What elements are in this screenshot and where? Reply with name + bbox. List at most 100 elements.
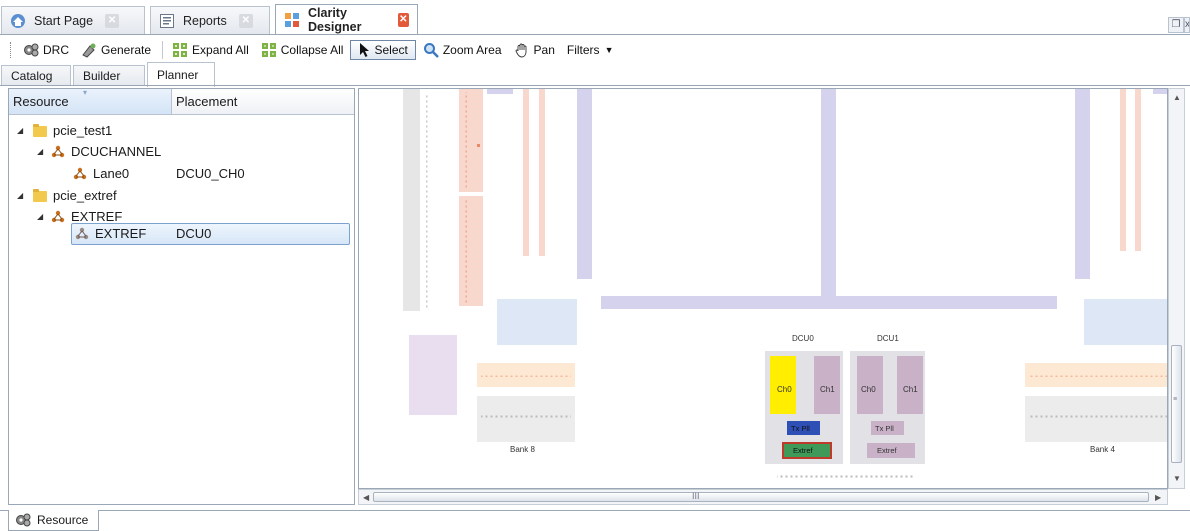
io-line-pink bbox=[523, 89, 529, 256]
tab-resource-label: Resource bbox=[37, 513, 89, 527]
tree-item-label: pcie_extref bbox=[53, 188, 117, 203]
cursor-arrow-icon bbox=[358, 42, 370, 58]
dcu0-block[interactable]: DCU0 Ch0 Ch1 Tx Pll Extref bbox=[765, 334, 843, 464]
bus-vertical bbox=[1075, 89, 1090, 279]
module-icon bbox=[73, 167, 87, 181]
filters-dropdown[interactable]: Filters ▼ bbox=[562, 40, 619, 60]
bottom-divider bbox=[0, 510, 1190, 511]
io-column-pink-left[interactable] bbox=[459, 89, 483, 306]
dcu1-txpll-label: Tx Pll bbox=[875, 424, 894, 433]
zoom-area-label: Zoom Area bbox=[442, 43, 502, 57]
column-resource[interactable]: Resource ▾ bbox=[9, 88, 172, 115]
module-icon bbox=[51, 145, 65, 159]
tab-clarity-designer[interactable]: Clarity Designer ✕ bbox=[275, 4, 418, 35]
vertical-scrollbar[interactable]: ▲ ≡ ▼ bbox=[1168, 88, 1185, 489]
vertical-scroll-thumb[interactable]: ≡ bbox=[1171, 345, 1182, 463]
toolbar-separator bbox=[162, 41, 164, 59]
column-placement-label: Placement bbox=[176, 94, 238, 109]
view-tab-strip: Catalog Builder Planner bbox=[0, 62, 1190, 87]
bus-vertical bbox=[821, 89, 836, 299]
drc-label: DRC bbox=[43, 43, 69, 57]
close-icon[interactable]: ✕ bbox=[397, 13, 409, 27]
dcu1-label: DCU1 bbox=[877, 334, 899, 343]
folder-icon bbox=[33, 189, 47, 202]
violet-block[interactable] bbox=[409, 335, 457, 415]
dcu1-ch1-label: Ch1 bbox=[903, 385, 918, 394]
column-placement[interactable]: Placement bbox=[172, 89, 354, 115]
io-line-pink bbox=[1120, 89, 1126, 251]
tab-start-page[interactable]: Start Page ✕ bbox=[1, 6, 145, 34]
scroll-left-icon[interactable]: ◀ bbox=[363, 493, 369, 502]
tab-reports-label: Reports bbox=[183, 13, 227, 28]
scroll-right-icon[interactable]: ▶ bbox=[1155, 493, 1161, 502]
filters-label: Filters bbox=[566, 43, 600, 57]
bank-4[interactable]: Bank 4 bbox=[1025, 363, 1168, 454]
tree-item-placement: DCU0 bbox=[176, 226, 212, 241]
module-icon bbox=[75, 227, 89, 241]
sort-indicator-icon: ▾ bbox=[83, 88, 88, 97]
planner-canvas[interactable]: Bank 8 Bank 4 DCU0 Ch0 Ch1 Tx Pll Extref… bbox=[358, 88, 1168, 489]
scroll-down-icon[interactable]: ▼ bbox=[1173, 474, 1181, 483]
clarity-designer-icon bbox=[284, 12, 300, 28]
collapse-all-label: Collapse All bbox=[280, 43, 344, 57]
expanded-arrow-icon[interactable]: ◢ bbox=[37, 148, 45, 156]
tab-planner[interactable]: Planner bbox=[147, 62, 215, 87]
select-tool-button[interactable]: Select bbox=[350, 40, 416, 60]
hand-icon bbox=[514, 42, 530, 58]
generate-icon bbox=[81, 42, 97, 58]
pan-button[interactable]: Pan bbox=[509, 40, 560, 60]
expand-all-button[interactable]: Expand All bbox=[167, 40, 254, 60]
close-icon[interactable]: ✕ bbox=[105, 13, 120, 28]
bank-8-label: Bank 8 bbox=[510, 445, 535, 454]
io-column-grey-left[interactable] bbox=[403, 89, 430, 311]
document-tab-strip: Start Page ✕ Reports ✕ Clarity Designer … bbox=[0, 0, 1190, 38]
tree-row-pcie-extref[interactable]: ◢ pcie_extref bbox=[9, 185, 354, 207]
tree-item-label: pcie_test1 bbox=[53, 123, 113, 138]
blue-block[interactable] bbox=[1084, 299, 1168, 345]
tab-start-page-label: Start Page bbox=[34, 13, 94, 28]
dcu1-ch0-label: Ch0 bbox=[861, 385, 876, 394]
dcu1-extref-label: Extref bbox=[877, 446, 898, 455]
generate-button[interactable]: Generate bbox=[76, 40, 156, 60]
expanded-arrow-icon[interactable]: ◢ bbox=[17, 192, 25, 200]
tree-item-label: Lane0 bbox=[93, 166, 130, 181]
window-controls: ❐ x bbox=[1168, 17, 1190, 33]
tree-row-extref-selected[interactable]: EXTREF DCU0 bbox=[9, 223, 354, 245]
zoom-area-button[interactable]: Zoom Area bbox=[418, 40, 507, 60]
tab-builder-label: Builder bbox=[83, 69, 121, 83]
close-icon[interactable]: ✕ bbox=[238, 13, 253, 28]
dcu1-block[interactable]: DCU1 Ch0 Ch1 Tx Pll Extref bbox=[850, 334, 925, 464]
generate-label: Generate bbox=[101, 43, 152, 57]
bus-vertical bbox=[577, 89, 592, 279]
tree-row-dcuchannel[interactable]: ◢ DCUCHANNEL bbox=[9, 141, 354, 163]
dcu0-extref-label: Extref bbox=[793, 446, 814, 455]
bank-4-label: Bank 4 bbox=[1090, 445, 1115, 454]
grip-label: III bbox=[692, 491, 700, 501]
drc-icon bbox=[23, 42, 39, 58]
tree-row-lane0[interactable]: Lane0 DCU0_CH0 bbox=[9, 163, 354, 185]
expanded-arrow-icon[interactable]: ◢ bbox=[37, 213, 45, 221]
blue-block[interactable] bbox=[497, 299, 577, 345]
drc-button[interactable]: DRC bbox=[18, 40, 74, 60]
tree-row-pcie-test1[interactable]: ◢ pcie_test1 bbox=[9, 120, 354, 142]
toolbar-grip[interactable] bbox=[10, 42, 12, 58]
bus-stub bbox=[1153, 89, 1167, 94]
scroll-up-icon[interactable]: ▲ bbox=[1173, 93, 1181, 102]
expanded-arrow-icon[interactable]: ◢ bbox=[17, 127, 25, 135]
bank-8[interactable]: Bank 8 bbox=[477, 363, 575, 454]
horizontal-scrollbar[interactable]: ◀ III ▶ bbox=[358, 489, 1168, 505]
tab-reports[interactable]: Reports ✕ bbox=[150, 6, 270, 34]
collapse-all-button[interactable]: Collapse All bbox=[256, 40, 349, 60]
tree-item-placement: DCU0_CH0 bbox=[176, 166, 245, 181]
tab-clarity-designer-label: Clarity Designer bbox=[308, 6, 362, 34]
tab-catalog[interactable]: Catalog bbox=[1, 65, 71, 86]
resource-icon bbox=[15, 512, 31, 528]
tree-header: Resource ▾ Placement bbox=[9, 88, 354, 115]
restore-icon[interactable]: ❐ bbox=[1168, 17, 1184, 33]
tab-resource[interactable]: Resource bbox=[8, 510, 100, 531]
horizontal-scroll-thumb[interactable]: III bbox=[373, 491, 1149, 502]
expand-all-icon bbox=[172, 42, 188, 58]
module-icon bbox=[51, 210, 65, 224]
close-window-icon[interactable]: x bbox=[1184, 17, 1190, 33]
dcu-pad-row bbox=[777, 474, 915, 479]
